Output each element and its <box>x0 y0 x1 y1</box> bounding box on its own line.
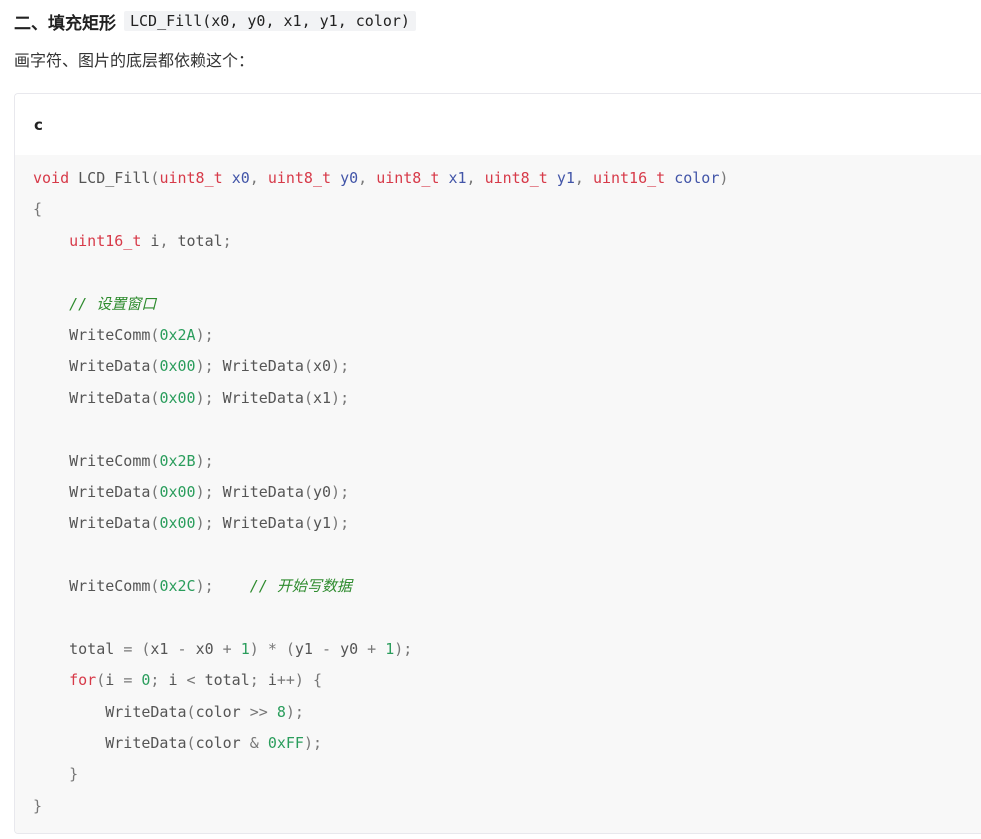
code-line: WriteData(color & 0xFF); <box>105 734 322 753</box>
code-line: WriteData(0x00); WriteData(y1); <box>69 514 350 533</box>
code-line: WriteData(0x00); WriteData(x1); <box>69 388 350 407</box>
code-line: } <box>33 796 43 815</box>
code-line: // 设置窗口 <box>69 294 157 313</box>
code-line: WriteData(0x00); WriteData(y0); <box>69 482 350 501</box>
code-lines: void LCD_Fill(uint8_t x0, uint8_t y0, ui… <box>33 163 981 822</box>
code-line: WriteComm(0x2B); <box>69 451 214 470</box>
code-line: WriteComm(0x2C); // 开始写数据 <box>69 577 352 596</box>
code-line: WriteData(color >> 8); <box>105 702 304 721</box>
code-language-label: c <box>34 115 43 134</box>
code-line: { <box>33 200 43 219</box>
section-title: 二、填充矩形 <box>14 13 116 34</box>
code-line: uint16_t i, total; <box>69 231 232 250</box>
code-line: ​ <box>33 414 981 445</box>
code-line: WriteComm(0x2A); <box>69 325 214 344</box>
code-block-header: c <box>15 94 981 155</box>
code-line: void LCD_Fill(uint8_t x0, uint8_t y0, ui… <box>33 169 729 187</box>
code-line: total = (x1 - x0 + 1) * (y1 - y0 + 1); <box>69 639 413 658</box>
code-line: ​ <box>33 257 981 288</box>
code-line: ​ <box>33 540 981 571</box>
code-content[interactable]: void LCD_Fill(uint8_t x0, uint8_t y0, ui… <box>15 155 981 822</box>
code-line: WriteData(0x00); WriteData(x0); <box>69 357 350 376</box>
section-heading: 二、填充矩形 LCD_Fill(x0, y0, x1, y1, color) <box>14 8 416 34</box>
code-line: ​ <box>33 602 981 633</box>
code-line: for(i = 0; i < total; i++) { <box>69 671 322 690</box>
intro-paragraph: 画字符、图片的底层都依赖这个： <box>14 51 255 70</box>
code-block: c void LCD_Fill(uint8_t x0, uint8_t y0, … <box>14 93 981 834</box>
inline-code-signature: LCD_Fill(x0, y0, x1, y1, color) <box>124 11 416 31</box>
code-block-body[interactable]: void LCD_Fill(uint8_t x0, uint8_t y0, ui… <box>15 155 981 833</box>
code-line: } <box>69 765 79 784</box>
